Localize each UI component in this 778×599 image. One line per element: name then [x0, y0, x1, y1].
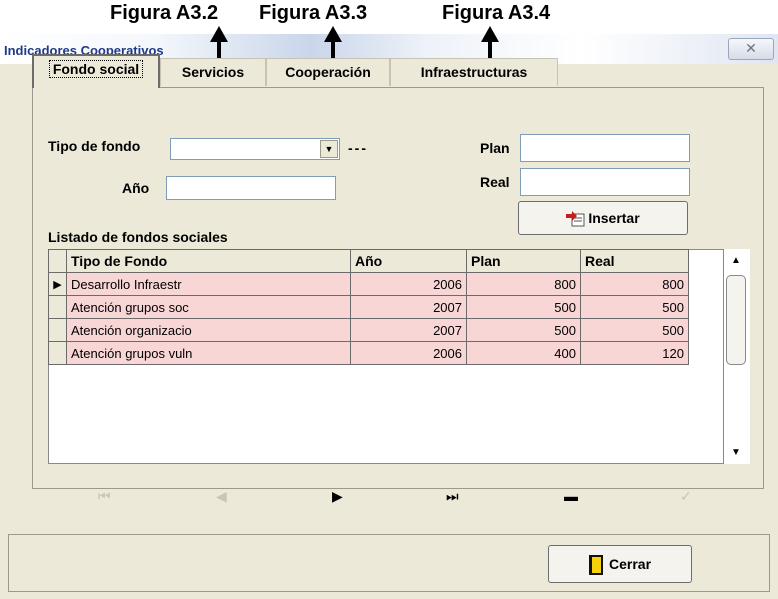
scroll-thumb[interactable] [726, 275, 746, 365]
tab-label: Fondo social [48, 60, 144, 78]
last-record-icon[interactable]: ⏭ [446, 488, 459, 505]
plan-input[interactable] [520, 134, 690, 162]
cerrar-label: Cerrar [608, 556, 652, 572]
vertical-scrollbar[interactable]: ▲ ▼ [724, 249, 750, 464]
column-header[interactable]: Año [350, 249, 467, 273]
ellipsis-button[interactable]: --- [348, 140, 368, 156]
cell-plan[interactable]: 500 [466, 318, 581, 342]
cell-tipo[interactable]: Atención grupos soc [66, 295, 351, 319]
row-indicator [48, 341, 67, 365]
close-icon[interactable]: ✕ [728, 38, 774, 60]
cell-anio[interactable]: 2006 [350, 341, 467, 365]
list-title: Listado de fondos sociales [48, 229, 228, 245]
tab-fondo-social[interactable]: Fondo social [32, 54, 160, 88]
anio-input[interactable] [166, 176, 336, 200]
cell-real[interactable]: 500 [580, 318, 689, 342]
column-header[interactable]: Real [580, 249, 689, 273]
tab-cooperacion[interactable]: Cooperación [266, 58, 390, 86]
figure-label-a3-4: Figura A3.4 [442, 2, 551, 24]
tab-servicios[interactable]: Servicios [160, 58, 266, 86]
anio-label: Año [122, 180, 150, 196]
table-row[interactable]: Atención organizacio 2007 500 500 [48, 318, 689, 342]
cell-real[interactable]: 500 [580, 295, 689, 319]
cell-plan[interactable]: 400 [466, 341, 581, 365]
table-row[interactable]: ▶ Desarrollo Infraestr 2006 800 800 [48, 272, 689, 296]
post-record-icon[interactable]: ✓ [680, 488, 692, 505]
delete-record-icon[interactable]: ▬ [564, 488, 578, 504]
column-header[interactable]: Tipo de Fondo [66, 249, 351, 273]
figure-label-a3-2: Figura A3.2 [110, 2, 219, 24]
cell-tipo[interactable]: Atención organizacio [66, 318, 351, 342]
insertar-label: Insertar [588, 210, 640, 226]
cell-tipo[interactable]: Desarrollo Infraestr [66, 272, 351, 296]
insertar-button[interactable]: Insertar [518, 201, 688, 235]
real-input[interactable] [520, 168, 690, 196]
door-icon [588, 555, 603, 576]
cell-anio[interactable]: 2007 [350, 295, 467, 319]
cell-real[interactable]: 800 [580, 272, 689, 296]
table-row[interactable]: Atención grupos vuln 2006 400 120 [48, 341, 689, 365]
plan-label: Plan [480, 140, 510, 156]
tab-infraestructuras[interactable]: Infraestructuras [390, 58, 558, 86]
table-header-row: Tipo de Fondo Año Plan Real [48, 249, 689, 273]
cell-plan[interactable]: 500 [466, 295, 581, 319]
prior-record-icon[interactable]: ◀ [216, 488, 227, 505]
row-indicator [48, 295, 67, 319]
cell-real[interactable]: 120 [580, 341, 689, 365]
tipo-fondo-select[interactable]: ▼ [170, 138, 340, 160]
cell-anio[interactable]: 2006 [350, 272, 467, 296]
cell-anio[interactable]: 2007 [350, 318, 467, 342]
table-row[interactable]: Atención grupos soc 2007 500 500 [48, 295, 689, 319]
row-indicator [48, 318, 67, 342]
first-record-icon[interactable]: ⏮ [98, 488, 111, 505]
row-pointer-icon: ▶ [48, 272, 67, 296]
cell-tipo[interactable]: Atención grupos vuln [66, 341, 351, 365]
insert-icon [566, 211, 585, 227]
chevron-down-icon[interactable]: ▼ [320, 140, 338, 158]
real-label: Real [480, 174, 510, 190]
next-record-icon[interactable]: ▶ [332, 488, 343, 505]
scroll-down-icon[interactable]: ▼ [731, 447, 741, 458]
cell-plan[interactable]: 800 [466, 272, 581, 296]
header-indicator [48, 249, 67, 273]
figure-label-a3-3: Figura A3.3 [259, 2, 368, 24]
fondos-table: Tipo de Fondo Año Plan Real ▶ Desarrollo… [48, 249, 689, 365]
cerrar-button[interactable]: Cerrar [548, 545, 692, 583]
scroll-up-icon[interactable]: ▲ [731, 255, 741, 266]
column-header[interactable]: Plan [466, 249, 581, 273]
tipo-fondo-label: Tipo de fondo [48, 138, 141, 154]
